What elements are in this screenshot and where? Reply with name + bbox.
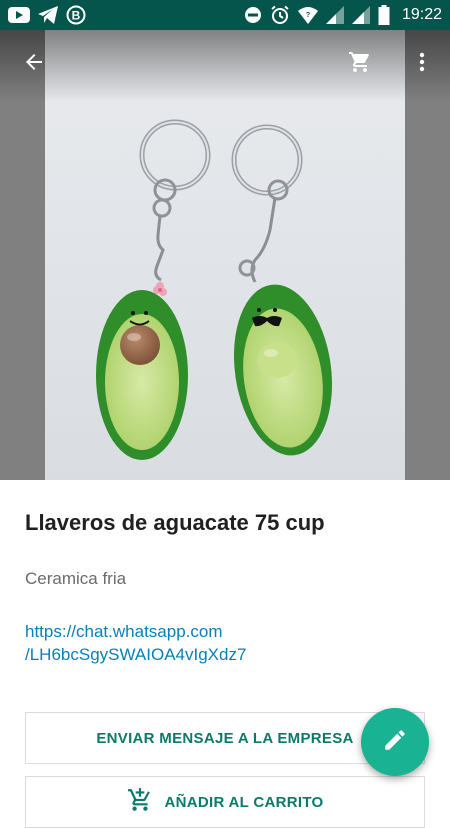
svg-text:B: B [72, 9, 81, 23]
status-bar-left: B [8, 5, 86, 25]
signal-icon [351, 6, 370, 24]
telegram-icon [38, 6, 58, 24]
shopping-cart-icon [348, 50, 372, 79]
battery-icon [378, 5, 390, 25]
product-image-area[interactable] [0, 30, 450, 480]
wifi-icon: ? [297, 6, 318, 24]
product-title: Llaveros de aguacate 75 cup [25, 510, 325, 535]
cart-button[interactable] [340, 44, 380, 84]
more-vert-icon [410, 50, 434, 79]
product-link[interactable]: https://chat.whatsapp.com /LH6bcSgySWAIO… [25, 620, 246, 666]
bitcoin-icon: B [66, 5, 86, 25]
edit-fab[interactable] [361, 708, 429, 776]
alarm-icon [270, 5, 290, 25]
add-to-cart-label: AÑADIR AL CARRITO [164, 793, 324, 811]
svg-text:?: ? [306, 12, 310, 19]
message-business-label: ENVIAR MENSAJE A LA EMPRESA [96, 729, 354, 747]
arrow-back-icon [22, 50, 46, 79]
add-to-cart-button[interactable]: AÑADIR AL CARRITO [25, 776, 425, 828]
edit-pencil-icon [382, 727, 408, 758]
back-button[interactable] [14, 44, 54, 84]
status-time: 19:22 [401, 6, 442, 23]
product-link-line-2[interactable]: /LH6bcSgySWAIOA4vIgXdz7 [25, 643, 246, 666]
youtube-icon [8, 7, 30, 23]
product-link-line-1[interactable]: https://chat.whatsapp.com [25, 620, 246, 643]
image-toolbar [0, 30, 450, 102]
more-options-button[interactable] [402, 44, 442, 84]
product-description: Ceramica fria [25, 569, 127, 588]
add-shopping-cart-icon [127, 787, 153, 818]
do-not-disturb-icon [244, 6, 262, 24]
status-bar-right: ? 19:22 [244, 5, 442, 25]
signal-icon [325, 6, 344, 24]
status-bar: B ? 19:22 [0, 0, 450, 30]
